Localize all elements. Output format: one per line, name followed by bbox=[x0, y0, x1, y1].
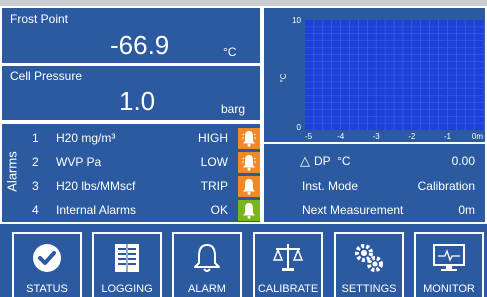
alarms-panel: Alarms 1 H20 mg/m³ HIGH 2 WVP Pa LOW 3 H20 lbs/… bbox=[0, 122, 262, 224]
y-tick-label: 0 bbox=[297, 123, 302, 132]
alarm-name: WVP Pa bbox=[56, 155, 102, 169]
monitor-button-label: MONITOR bbox=[423, 283, 475, 295]
alarm-name: Internal Alarms bbox=[56, 203, 137, 217]
calibrate-button[interactable]: CALIBRATE bbox=[253, 232, 323, 297]
frost-point-value: -66.9 bbox=[110, 30, 170, 60]
settings-button-label: SETTINGS bbox=[341, 283, 397, 295]
ringing-bell-icon bbox=[238, 128, 260, 149]
cell-pressure-unit: barg bbox=[221, 102, 246, 116]
trend-chart: 10 0-5 -4 -3 -2 -1 0m °C bbox=[279, 16, 483, 141]
next-measurement-label: Next Measurement bbox=[302, 203, 404, 217]
alarm-row: 1 H20 mg/m³ HIGH bbox=[20, 128, 260, 149]
alarm-state: HIGH bbox=[198, 131, 228, 145]
alarms-heading: Alarms bbox=[2, 124, 20, 222]
alarm-row: 2 WVP Pa LOW bbox=[20, 152, 260, 173]
y-tick-label: 10 bbox=[292, 16, 301, 25]
alarm-list: 1 H20 mg/m³ HIGH 2 WVP Pa LOW 3 H20 lbs/MMscf TR… bbox=[20, 128, 260, 222]
mode-label: Inst. Mode bbox=[302, 179, 359, 193]
frost-point-unit: °C bbox=[223, 45, 237, 59]
book-icon bbox=[115, 244, 139, 272]
monitor-button[interactable]: MONITOR bbox=[414, 232, 484, 297]
dp-label: DP °C bbox=[314, 154, 351, 168]
x-tick-label: 0m bbox=[472, 132, 483, 141]
status-button[interactable]: STATUS bbox=[12, 232, 82, 297]
alarms-heading-text: Alarms bbox=[4, 151, 20, 192]
alarm-name: H20 mg/m³ bbox=[56, 131, 116, 145]
cell-pressure-value: 1.0 bbox=[119, 86, 156, 116]
x-tick-label: -1 bbox=[444, 132, 452, 141]
alarm-state: LOW bbox=[200, 155, 228, 169]
alarm-number: 2 bbox=[32, 155, 39, 169]
alarm-number: 1 bbox=[32, 131, 39, 145]
next-measurement-value: 0m bbox=[458, 203, 475, 217]
info-panel: △ DP °C 0.00 Inst. Mode Calibration Next… bbox=[262, 142, 487, 224]
check-circle-icon bbox=[33, 244, 61, 272]
alarm-number: 4 bbox=[32, 203, 39, 217]
x-tick-label: -2 bbox=[408, 132, 416, 141]
scales-icon bbox=[272, 244, 304, 271]
chart-panel: 10 0 -5 -4 -3 -2 -1 0m °C bbox=[262, 6, 487, 144]
calibrate-button-label: CALIBRATE bbox=[257, 283, 319, 295]
bell-icon bbox=[238, 176, 260, 197]
alarm-row: 4 Internal Alarms OK bbox=[20, 200, 260, 221]
alarm-state: OK bbox=[210, 203, 228, 217]
alarm-row: 3 H20 lbs/MMscf TRIP bbox=[20, 176, 260, 197]
frost-point-panel: Frost Point -66.9 °C bbox=[0, 6, 262, 65]
logging-button[interactable]: LOGGING bbox=[92, 232, 162, 297]
alarm-button-label: ALARM bbox=[188, 283, 226, 295]
x-tick-label: -4 bbox=[337, 132, 345, 141]
status-button-label: STATUS bbox=[26, 283, 68, 295]
bell-icon bbox=[238, 200, 260, 221]
bell-outline-icon bbox=[194, 244, 220, 272]
alarm-state: TRIP bbox=[200, 179, 228, 193]
x-tick-label: -5 bbox=[305, 132, 313, 141]
dp-value: 0.00 bbox=[451, 154, 475, 168]
cell-pressure-panel: Cell Pressure 1.0 barg bbox=[0, 64, 262, 122]
delta-icon: △ bbox=[300, 153, 310, 168]
alarm-name: H20 lbs/MMscf bbox=[56, 179, 136, 193]
logging-button-label: LOGGING bbox=[101, 283, 153, 295]
mode-value: Calibration bbox=[417, 179, 475, 193]
cell-pressure-title: Cell Pressure bbox=[10, 69, 83, 83]
x-tick-label: -3 bbox=[373, 132, 381, 141]
y-axis-label: °C bbox=[279, 73, 288, 82]
gears-icon bbox=[355, 244, 383, 272]
ringing-bell-icon bbox=[238, 152, 260, 173]
monitor-icon bbox=[433, 244, 465, 271]
alarm-number: 3 bbox=[32, 179, 39, 193]
frost-point-title: Frost Point bbox=[10, 12, 69, 26]
settings-button[interactable]: SETTINGS bbox=[334, 232, 404, 297]
alarm-button[interactable]: ALARM bbox=[172, 232, 242, 297]
